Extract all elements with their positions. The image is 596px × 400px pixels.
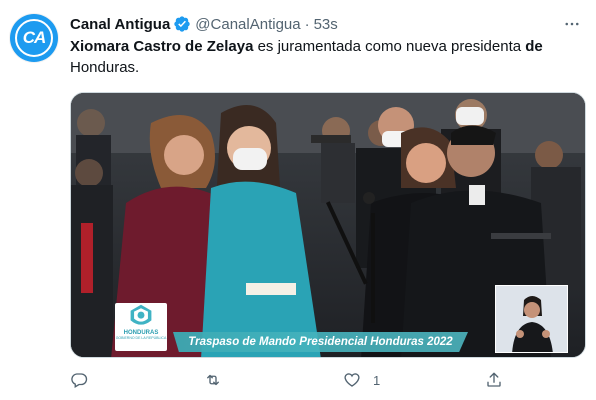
banner-text: Traspaso de Mando Presidencial Honduras … [188,336,453,348]
avatar[interactable]: CA [10,14,58,62]
honduras-emblem-icon [130,304,152,325]
tweet-media-image[interactable]: HONDURAS GOBIERNO DE LA REPÚBLICA Traspa… [70,92,586,358]
avatar-logo-text: CA [22,28,47,47]
sign-language-interpreter-inset [495,285,568,353]
tweet[interactable]: CA Canal Antigua @CanalAntigua · 53s Xio… [0,0,596,400]
separator-dot: · [304,15,310,33]
retweet-icon [207,374,219,386]
share-button[interactable] [485,368,503,392]
tweet-text-part: es juramentada como nueva presidenta [253,38,526,55]
tweet-text-bold-name: Xiomara Castro de Zelaya [70,38,254,55]
tweet-header: Canal Antigua @CanalAntigua · 53s [70,13,338,35]
avatar-logo: CA [15,19,53,57]
broadcast-banner: Traspaso de Mando Presidencial Honduras … [173,332,468,352]
reply-icon [71,373,88,388]
tweet-text-bold-de: de [525,38,543,55]
honduras-logo: HONDURAS GOBIERNO DE LA REPÚBLICA [115,303,167,351]
retweet-button[interactable] [204,368,222,392]
handle[interactable]: @CanalAntigua [195,16,300,33]
tweet-actions: 1 [70,368,520,392]
logo-subtext: GOBIERNO DE LA REPÚBLICA [115,336,167,340]
verified-badge-icon [173,15,191,33]
like-count: 1 [373,372,381,388]
tweet-text: Xiomara Castro de Zelaya es juramentada … [70,36,570,78]
timestamp[interactable]: 53s [314,16,338,33]
more-icon [565,22,579,26]
reply-button[interactable] [70,368,88,392]
more-options-button[interactable] [560,12,584,36]
share-icon [487,372,501,387]
interpreter-image [496,286,567,352]
heart-icon [344,373,360,387]
like-button[interactable]: 1 [343,368,380,392]
tweet-text-part-2: Honduras. [70,59,140,76]
display-name[interactable]: Canal Antigua [70,16,170,33]
